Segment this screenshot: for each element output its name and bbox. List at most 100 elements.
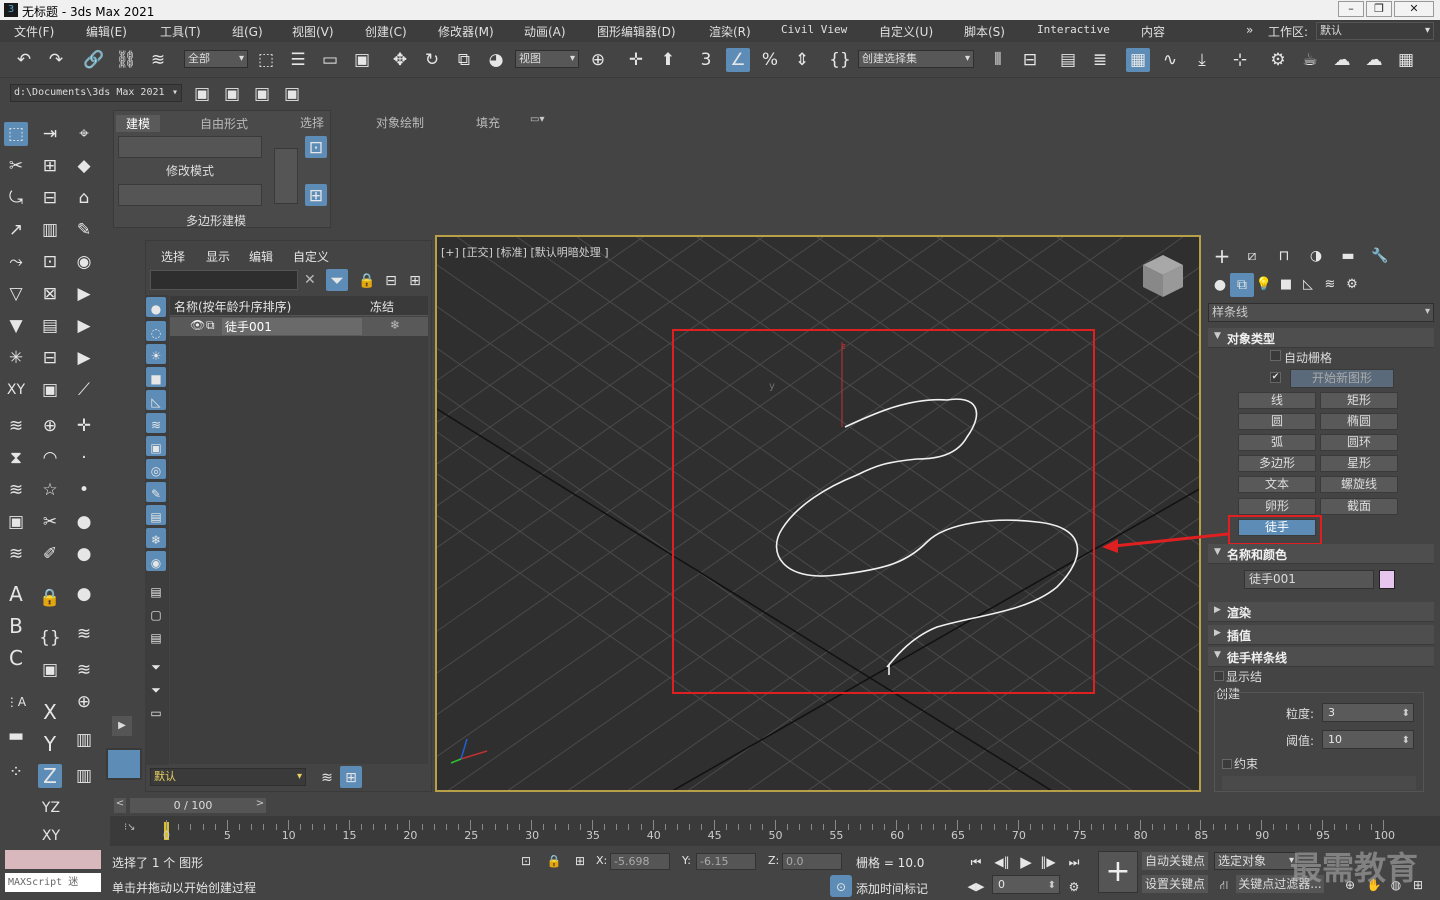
- ribbon-options-icon[interactable]: ▭▾: [530, 114, 544, 125]
- systems-cat-icon[interactable]: ⚙: [1340, 273, 1364, 297]
- spinner-snap-icon[interactable]: ⇕: [790, 48, 814, 72]
- strip-a-icon[interactable]: A: [4, 582, 28, 606]
- menu-interactive[interactable]: Interactive: [1037, 23, 1110, 36]
- layer-explorer-mode-icon[interactable]: ⊞: [340, 766, 362, 788]
- strip-tool-36-icon[interactable]: •: [72, 478, 96, 502]
- menu-create[interactable]: 创建(C): [365, 23, 407, 40]
- filter-hidden-icon[interactable]: ◉: [146, 551, 166, 571]
- strip-tool-41-icon[interactable]: ✐: [38, 542, 62, 566]
- explorer-filter-icon[interactable]: ⏷: [326, 269, 348, 291]
- ngon-button[interactable]: 多边形: [1238, 455, 1316, 472]
- strip-tool-23-icon[interactable]: ⊟: [38, 346, 62, 370]
- project-save-icon[interactable]: ▣: [250, 82, 274, 106]
- filter-frozen-icon[interactable]: ❄: [146, 528, 166, 548]
- next-frame-icon[interactable]: >: [254, 798, 266, 813]
- time-slider-thumb[interactable]: 0 / 100: [130, 798, 256, 813]
- strip-tool-20-icon[interactable]: ▤: [38, 314, 62, 338]
- scene-explorer-toggle-icon[interactable]: ▤: [1056, 48, 1080, 72]
- menu-content[interactable]: 内容: [1141, 23, 1165, 40]
- strip-tool-35-icon[interactable]: ☆: [38, 478, 62, 502]
- hierarchy-tab-icon[interactable]: ⊓: [1272, 244, 1296, 268]
- layer-explorer-icon[interactable]: ≣: [1088, 48, 1112, 72]
- visibility-eye-icon[interactable]: 👁: [190, 318, 205, 332]
- star-button[interactable]: 星形: [1320, 455, 1398, 472]
- keyboard-shortcut-icon[interactable]: ⬆: [656, 48, 680, 72]
- ribbon-poly-buttons[interactable]: [118, 184, 262, 206]
- select-object-icon[interactable]: ⬚: [254, 48, 278, 72]
- strip-c-icon[interactable]: C: [4, 646, 28, 670]
- freeze-snowflake-icon[interactable]: ❄: [390, 318, 400, 332]
- strip-tool-11-icon[interactable]: ▥: [38, 218, 62, 242]
- isolate-selection-icon[interactable]: ⊡: [516, 849, 536, 869]
- strip-tool-8-icon[interactable]: ⊟: [38, 186, 62, 210]
- z-coord-field[interactable]: 0.0: [782, 853, 842, 870]
- strip-tool-51-icon[interactable]: ≋: [72, 658, 96, 682]
- strip-tool-26-icon[interactable]: ▣: [38, 378, 62, 402]
- menu-modifiers[interactable]: 修改器(M): [438, 23, 494, 40]
- motion-tab-icon[interactable]: ◑: [1304, 244, 1328, 268]
- filter-misc-2-icon[interactable]: ▢: [146, 603, 166, 623]
- timeline-track[interactable]: ⁝↘ 0 5 10 15 20 25 30 35 40 45 50 55 60 65 70 75 80 85 90 9…: [110, 816, 1440, 846]
- object-name-input[interactable]: 徒手001: [1244, 570, 1374, 589]
- schematic-view-icon[interactable]: ⊹: [1228, 48, 1252, 72]
- ribbon-pin-icon[interactable]: ⊡: [305, 136, 327, 158]
- helix-button[interactable]: 螺旋线: [1320, 476, 1398, 493]
- menu-group[interactable]: 组(G): [232, 23, 263, 40]
- toggle-ribbon-icon[interactable]: ▦: [1126, 48, 1150, 72]
- ribbon-modify-buttons[interactable]: [118, 136, 262, 158]
- rectangle-button[interactable]: 矩形: [1320, 392, 1398, 409]
- strip-tool-57-icon[interactable]: ▥: [72, 728, 96, 752]
- menu-civil-view[interactable]: Civil View: [781, 23, 847, 36]
- link-icon[interactable]: 🔗: [82, 48, 106, 72]
- current-frame-field[interactable]: 0: [992, 875, 1060, 894]
- viewport-layout-button[interactable]: [106, 748, 142, 780]
- unlink-icon[interactable]: ⛓: [114, 48, 138, 72]
- move-icon[interactable]: ✥: [388, 48, 412, 72]
- selection-filter-dropdown[interactable]: 全部: [184, 50, 248, 68]
- ribbon-toggle-icon[interactable]: ⊞: [305, 184, 327, 206]
- geometry-cat-icon[interactable]: ●: [1208, 273, 1232, 297]
- filter-shapes-icon[interactable]: ◌: [146, 321, 166, 341]
- menu-animation[interactable]: 动画(A): [524, 23, 566, 40]
- scale-icon[interactable]: ⧉: [452, 48, 476, 72]
- strip-tool-4-icon[interactable]: ✂: [4, 154, 28, 178]
- strip-grid-a-icon[interactable]: ⋮A: [4, 690, 28, 714]
- start-new-shape-button[interactable]: 开始新图形: [1290, 369, 1394, 388]
- menu-graph-editors[interactable]: 图形编辑器(D): [597, 23, 676, 40]
- ribbon-side-buttons[interactable]: [274, 148, 298, 204]
- filter-helpers-icon[interactable]: ◺: [146, 390, 166, 410]
- go-to-end-icon[interactable]: ⏭: [1064, 850, 1084, 870]
- set-key-big-button[interactable]: +: [1098, 851, 1138, 893]
- filter-groups-icon[interactable]: ▣: [146, 436, 166, 456]
- undo-icon[interactable]: ↶: [12, 48, 36, 72]
- render-setup-icon[interactable]: ☕: [1298, 48, 1322, 72]
- rollout-freehand-spline[interactable]: ▼ 徒手样条线: [1208, 647, 1434, 667]
- time-slider[interactable]: < 0 / 100 >: [110, 796, 1440, 816]
- bind-spacewarp-icon[interactable]: ≋: [146, 48, 170, 72]
- strip-tool-9-icon[interactable]: ⌂: [72, 186, 96, 210]
- cameras-cat-icon[interactable]: ■: [1274, 273, 1298, 297]
- rollout-name-color[interactable]: ▼ 名称和颜色: [1208, 544, 1434, 564]
- donut-button[interactable]: 圆环: [1320, 434, 1398, 451]
- ribbon-tab-freeform[interactable]: 自由形式: [200, 115, 248, 132]
- select-by-name-icon[interactable]: ☰: [286, 48, 310, 72]
- selection-lock-icon[interactable]: 🔒: [544, 849, 564, 869]
- explorer-sync-icon[interactable]: ⊞: [404, 269, 426, 291]
- ribbon-tab-object-paint[interactable]: 对象绘制: [376, 114, 424, 131]
- filter-geometry-icon[interactable]: ●: [146, 297, 166, 317]
- menu-view[interactable]: 视图(V): [292, 23, 334, 40]
- rollout-object-type[interactable]: ▼ 对象类型: [1208, 328, 1434, 348]
- absolute-mode-icon[interactable]: ⊞: [570, 849, 590, 869]
- strip-tool-50-icon[interactable]: ▣: [38, 658, 62, 682]
- ref-coord-dropdown[interactable]: 视图: [515, 50, 579, 68]
- maxscript-input[interactable]: MAXScript 迷: [5, 873, 101, 892]
- display-tab-icon[interactable]: ▬: [1336, 244, 1360, 268]
- granularity-spinner[interactable]: 3: [1322, 703, 1414, 722]
- strip-braces-icon[interactable]: {}: [38, 626, 62, 650]
- text-button[interactable]: 文本: [1238, 476, 1316, 493]
- select-manipulate-icon[interactable]: ✛: [624, 48, 648, 72]
- explorer-menu-select[interactable]: 选择: [161, 248, 185, 265]
- filter-misc-3-icon[interactable]: ▤: [146, 626, 166, 646]
- ribbon-tab-selection[interactable]: 选择: [300, 114, 324, 131]
- y-coord-field[interactable]: -6.15: [696, 853, 756, 870]
